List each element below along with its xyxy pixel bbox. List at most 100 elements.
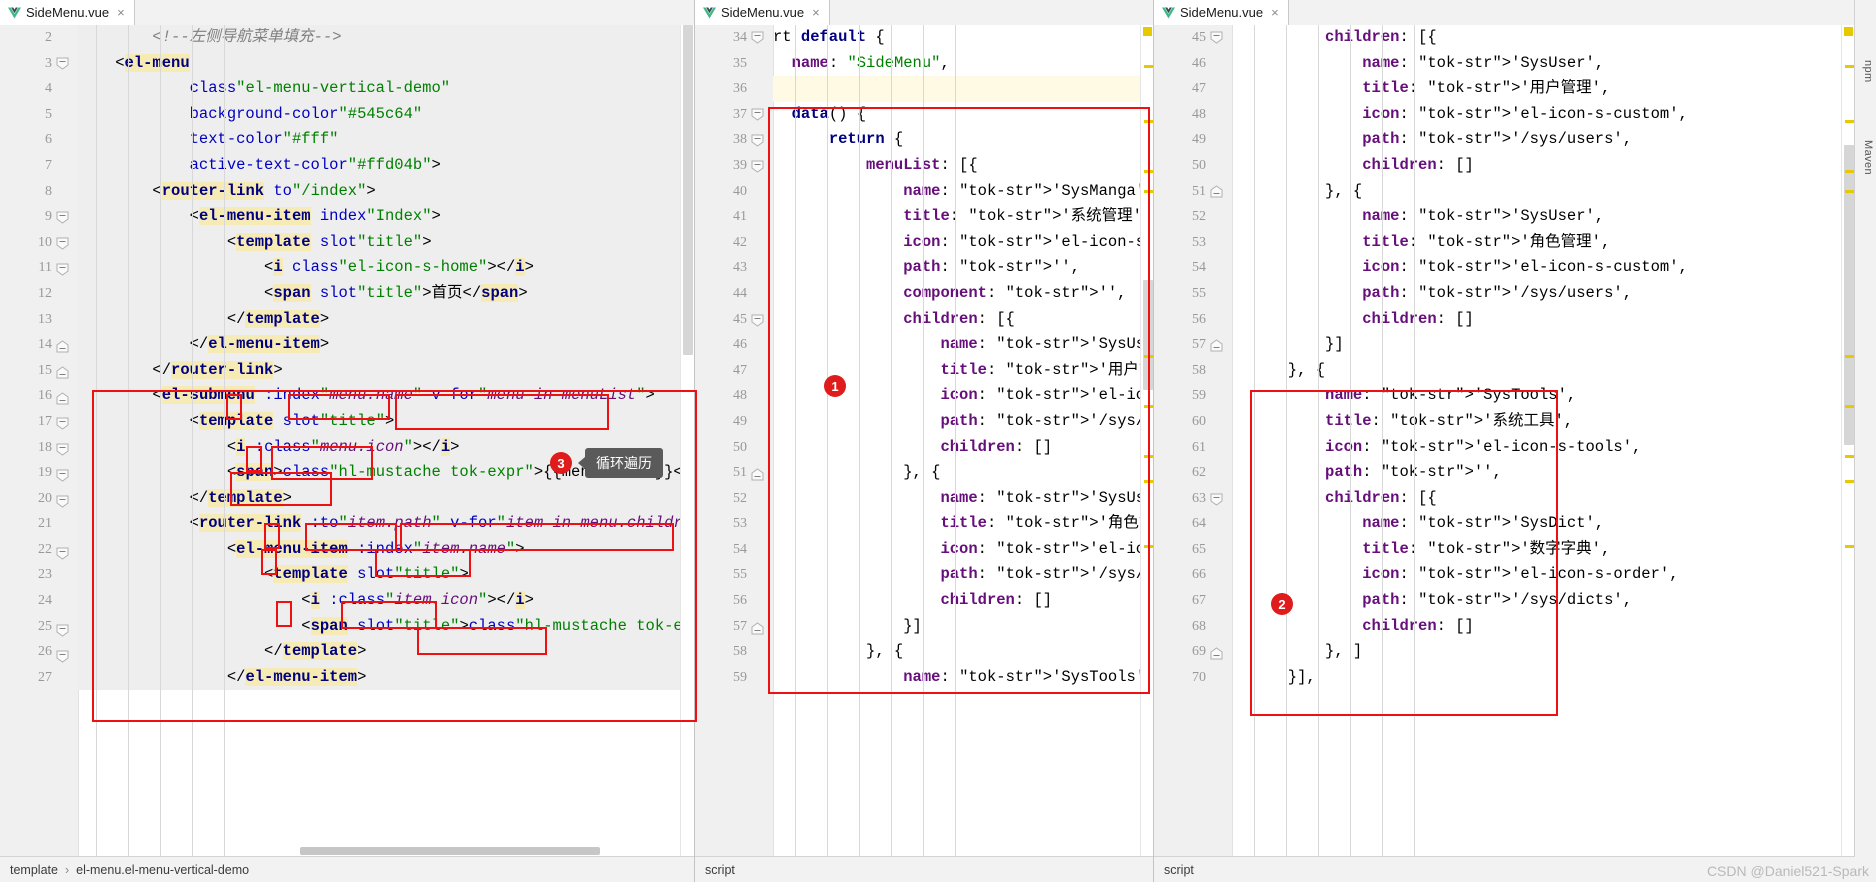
- marker-scrollbar-left[interactable]: [680, 25, 694, 857]
- fold-minus-icon[interactable]: [56, 417, 69, 430]
- code-line[interactable]: path: "tok-str">'/sys/users',: [773, 562, 1141, 588]
- marker-tick[interactable]: [1144, 545, 1153, 548]
- code-line[interactable]: background-color"#545c64": [78, 101, 681, 128]
- code-line[interactable]: class"el-menu-vertical-demo": [78, 76, 681, 102]
- code-line[interactable]: children: []: [1232, 153, 1842, 179]
- marker-scrollbar-right[interactable]: [1841, 25, 1855, 857]
- fold-plus-icon[interactable]: [751, 468, 764, 481]
- scrollbar-thumb[interactable]: [683, 25, 693, 355]
- fold-plus-icon[interactable]: [56, 366, 69, 379]
- code-editor-middle[interactable]: 34 35 36 37 38 39 40 41 42 43 44 45 46 47 48 49 50 51 52 53…: [695, 25, 1154, 857]
- code-line[interactable]: <span slot"title">首页</span>: [78, 280, 681, 307]
- code-line[interactable]: </template>: [78, 306, 681, 333]
- fold-minus-icon[interactable]: [56, 547, 69, 560]
- code-line[interactable]: text-color"#fff": [78, 127, 681, 153]
- breadcrumb-element[interactable]: el-menu.el-menu-vertical-demo: [76, 863, 249, 877]
- code-line[interactable]: data() {: [773, 102, 1141, 128]
- breadcrumb-template[interactable]: template: [10, 863, 58, 877]
- fold-minus-icon[interactable]: [56, 469, 69, 482]
- code-line[interactable]: title: "tok-str">'角色管理',: [1232, 230, 1842, 256]
- code-line[interactable]: icon: "tok-str">'el-icon-s-custom',: [773, 537, 1141, 563]
- fold-plus-icon[interactable]: [1210, 185, 1223, 198]
- marker-tick[interactable]: [1845, 190, 1854, 193]
- code-line[interactable]: path: "tok-str">'',: [1232, 460, 1842, 486]
- code-line[interactable]: }]: [773, 614, 1141, 640]
- code-line[interactable]: name: "tok-str">'SysUser',: [773, 486, 1141, 512]
- code-line[interactable]: <span slot"title">class"hl-mustache tok-…: [78, 613, 681, 640]
- code-line[interactable]: }, {: [1232, 358, 1842, 384]
- code-line[interactable]: <i :class"item.icon"></i>: [78, 588, 681, 614]
- code-line[interactable]: path: "tok-str">'',: [773, 255, 1141, 281]
- marker-warning-box[interactable]: [1143, 27, 1152, 36]
- fold-minus-icon[interactable]: [56, 443, 69, 456]
- code-line[interactable]: children: []: [773, 435, 1141, 461]
- marker-warning-box[interactable]: [1844, 27, 1853, 36]
- fold-minus-icon[interactable]: [751, 160, 764, 173]
- marker-tick[interactable]: [1144, 170, 1153, 173]
- code-line[interactable]: name: "tok-str">'SysUser',: [1232, 51, 1842, 77]
- marker-tick[interactable]: [1845, 545, 1854, 548]
- code-line[interactable]: name: "tok-str">'SysUser',: [1232, 204, 1842, 230]
- code-line[interactable]: path: "tok-str">'/sys/users',: [1232, 281, 1842, 307]
- marker-tick[interactable]: [1144, 455, 1153, 458]
- code-line[interactable]: <i class"el-icon-s-home"></i>: [78, 255, 681, 281]
- code-line[interactable]: icon: "tok-str">'el-icon-s-custom',: [1232, 255, 1842, 281]
- code-line[interactable]: <el-menu-item :index"item.name">: [78, 536, 681, 563]
- gutter-right[interactable]: 45 46 47 48 49 50 51 52 53 54 55 56 57 58 59 60 61 62 63 64…: [1154, 25, 1233, 857]
- code-line[interactable]: name: "tok-str">'SysTools',: [773, 665, 1141, 691]
- code-line[interactable]: children: [{: [1232, 25, 1842, 51]
- code-line[interactable]: title: "tok-str">'系统工具',: [1232, 409, 1842, 435]
- code-line[interactable]: </el-menu-item>: [78, 332, 681, 358]
- code-line[interactable]: icon: "tok-str">'el-icon-s-order',: [1232, 562, 1842, 588]
- fold-minus-icon[interactable]: [56, 495, 69, 508]
- fold-minus-icon[interactable]: [751, 31, 764, 44]
- marker-tick[interactable]: [1144, 480, 1153, 483]
- gutter-middle[interactable]: 34 35 36 37 38 39 40 41 42 43 44 45 46 47 48 49 50 51 52 53…: [695, 25, 774, 857]
- code-line[interactable]: }]: [1232, 332, 1842, 358]
- marker-tick[interactable]: [1144, 190, 1153, 193]
- tab-sidemenu-vue-middle[interactable]: SideMenu.vue ×: [695, 0, 830, 25]
- code-line[interactable]: </el-menu-item>: [78, 664, 681, 691]
- code-line[interactable]: title: "tok-str">'用户管理',: [1232, 76, 1842, 102]
- code-line[interactable]: name: "tok-str">'SysDict',: [1232, 511, 1842, 537]
- code-line[interactable]: <template slot"title">: [78, 408, 681, 435]
- marker-tick[interactable]: [1845, 405, 1854, 408]
- code-line[interactable]: name: "SideMenu",: [773, 51, 1141, 77]
- code-line[interactable]: children: []: [773, 588, 1141, 614]
- gutter-left[interactable]: 2 3 4 5 6 7 8 9 10 11 12 13 14 15 16 17 18 19 20 21 22 23 24 25…: [0, 25, 79, 857]
- marker-tick[interactable]: [1845, 120, 1854, 123]
- fold-plus-icon[interactable]: [56, 392, 69, 405]
- marker-tick[interactable]: [1845, 355, 1854, 358]
- marker-tick[interactable]: [1845, 65, 1854, 68]
- fold-minus-icon[interactable]: [751, 134, 764, 147]
- code-lines-right[interactable]: children: [{ name: "tok-str">'SysUser', …: [1232, 25, 1842, 857]
- code-line[interactable]: <router-link :to"item.path" v-for"item i…: [78, 511, 681, 537]
- code-line[interactable]: children: []: [1232, 614, 1842, 640]
- breadcrumb-script[interactable]: script: [705, 863, 735, 877]
- fold-minus-icon[interactable]: [56, 650, 69, 663]
- code-line[interactable]: </template>: [78, 485, 681, 512]
- close-icon[interactable]: ×: [1271, 6, 1279, 19]
- code-line[interactable]: <template slot"title">: [78, 229, 681, 256]
- marker-tick[interactable]: [1144, 120, 1153, 123]
- code-line[interactable]: <el-submenu :index"menu.name" v-for"menu…: [78, 383, 681, 409]
- code-line[interactable]: }, ]: [1232, 639, 1842, 665]
- marker-tick[interactable]: [1144, 405, 1153, 408]
- code-line[interactable]: active-text-color"#ffd04b">: [78, 152, 681, 179]
- code-line[interactable]: title: "tok-str">'数字字典',: [1232, 537, 1842, 563]
- marker-tick[interactable]: [1144, 65, 1153, 68]
- tool-window-strip[interactable]: Maven npm: [1854, 0, 1876, 882]
- toolwindow-maven-label[interactable]: Maven: [1862, 140, 1874, 175]
- code-line[interactable]: title: "tok-str">'系统管理',: [773, 204, 1141, 230]
- code-lines-middle[interactable]: rt default { name: "SideMenu", data() { …: [773, 25, 1141, 857]
- code-line[interactable]: name: "tok-str">'SysTools',: [1232, 383, 1842, 409]
- fold-plus-icon[interactable]: [1210, 339, 1223, 352]
- marker-tick[interactable]: [1845, 480, 1854, 483]
- fold-minus-icon[interactable]: [1210, 493, 1223, 506]
- code-line[interactable]: icon: "tok-str">'el-icon-s-custom',: [1232, 102, 1842, 128]
- code-line[interactable]: path: "tok-str">'/sys/users',: [1232, 127, 1842, 153]
- code-line[interactable]: icon: "tok-str">'el-icon-s-tools',: [1232, 435, 1842, 461]
- code-line[interactable]: path: "tok-str">'/sys/users',: [773, 409, 1141, 435]
- fold-minus-icon[interactable]: [56, 57, 69, 70]
- code-lines-left[interactable]: <!--左侧导航菜单填充--> <el-menu class"el-menu-v…: [78, 25, 681, 857]
